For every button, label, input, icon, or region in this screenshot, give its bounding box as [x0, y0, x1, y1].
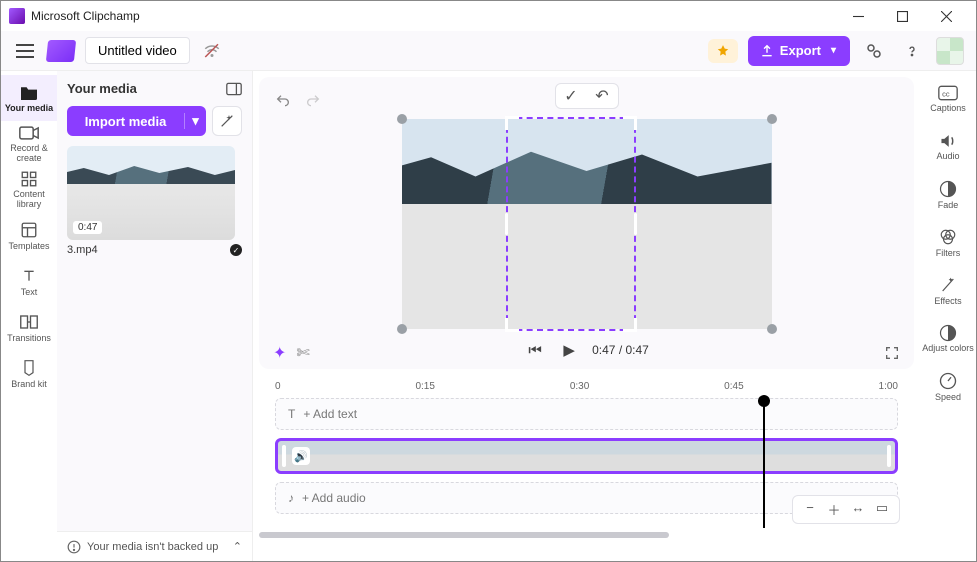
export-button[interactable]: Export ▾ — [748, 36, 850, 66]
templates-icon — [19, 221, 39, 239]
transport-controls: ⏮ ▶ 0:47 / 0:47 — [275, 337, 898, 363]
fit-screen-button[interactable]: ▭ — [873, 500, 891, 519]
account-avatar[interactable] — [936, 37, 964, 65]
app-icon — [9, 8, 25, 24]
scissors-icon[interactable]: ✄ — [296, 343, 309, 363]
project-title-input[interactable]: Untitled video — [85, 37, 190, 64]
import-media-button[interactable]: Import media ▾ — [67, 106, 206, 136]
media-panel: Your media Import media ▾ 0:47 3.mp4 ✓ Y… — [57, 71, 253, 561]
skip-start-button[interactable]: ⏮ — [524, 342, 546, 359]
premium-badge[interactable] — [708, 39, 738, 63]
help-icon[interactable] — [898, 37, 926, 65]
import-split-chevron[interactable]: ▾ — [184, 113, 206, 129]
settings-icon[interactable] — [860, 37, 888, 65]
media-filename: 3.mp4 — [67, 244, 98, 256]
video-canvas[interactable] — [402, 119, 772, 329]
undo-button[interactable] — [275, 93, 291, 109]
magic-wand-button[interactable] — [212, 106, 242, 136]
play-button[interactable]: ▶ — [558, 341, 580, 359]
chevron-up-icon[interactable]: ⌃ — [233, 540, 242, 553]
backup-warning-bar[interactable]: Your media isn't backed up ⌃ — [57, 531, 252, 561]
clip-trim-left[interactable] — [282, 445, 286, 467]
close-button[interactable] — [924, 1, 968, 31]
menu-button[interactable] — [13, 39, 37, 63]
timeline-scrollbar[interactable] — [259, 530, 914, 540]
prop-adjust-colors[interactable]: Adjust colors — [920, 317, 976, 361]
upload-icon — [760, 44, 774, 58]
timeline: 0 0:15 0:30 0:45 1:00 T + Add text 🔊 ♪ +… — [259, 373, 914, 530]
nav-transitions[interactable]: Transitions — [1, 305, 57, 351]
sparkle-icon[interactable]: ✦ — [273, 343, 286, 363]
prop-audio[interactable]: Audio — [920, 125, 976, 169]
camera-icon — [19, 124, 39, 142]
resize-handle[interactable] — [767, 114, 777, 124]
nav-brand-kit[interactable]: Brand kit — [1, 351, 57, 397]
titlebar: Microsoft Clipchamp — [1, 1, 976, 31]
speaker-icon — [939, 133, 957, 149]
library-icon — [19, 170, 39, 188]
nav-your-media[interactable]: Your media — [1, 75, 57, 121]
filters-icon — [939, 228, 957, 246]
prop-filters[interactable]: Filters — [920, 221, 976, 265]
prop-fade[interactable]: Fade — [920, 173, 976, 217]
nav-text[interactable]: Text — [1, 259, 57, 305]
toggle-view-icon[interactable] — [226, 82, 242, 96]
prop-speed[interactable]: Speed — [920, 365, 976, 409]
music-icon: ♪ — [288, 491, 294, 505]
speed-icon — [939, 372, 957, 390]
folder-icon — [19, 83, 39, 101]
fit-width-button[interactable]: ↔ — [849, 500, 867, 519]
crop-confirm-pill: ✓ ↶ — [555, 83, 619, 109]
zoom-in-button[interactable]: ＋ — [825, 500, 843, 519]
timeline-ruler[interactable]: 0 0:15 0:30 0:45 1:00 — [275, 377, 898, 398]
redo-button[interactable] — [305, 93, 321, 109]
time-display: 0:47 / 0:47 — [592, 343, 649, 357]
text-icon — [19, 267, 39, 285]
chevron-down-icon: ▾ — [831, 45, 836, 56]
toolbar: Untitled video Export ▾ — [1, 31, 976, 71]
media-panel-title: Your media — [67, 81, 137, 96]
effects-icon — [940, 276, 956, 294]
prop-captions[interactable]: cc Captions — [920, 77, 976, 121]
transitions-icon — [19, 313, 39, 331]
text-track[interactable]: T + Add text — [275, 398, 898, 430]
contrast-icon — [939, 324, 957, 342]
resize-handle[interactable] — [767, 324, 777, 334]
minimize-button[interactable] — [836, 1, 880, 31]
timeline-zoom-tools: − ＋ ↔ ▭ — [792, 495, 900, 524]
prop-effects[interactable]: Effects — [920, 269, 976, 313]
fullscreen-button[interactable] — [884, 345, 900, 361]
nav-templates[interactable]: Templates — [1, 213, 57, 259]
offline-icon[interactable] — [200, 39, 224, 63]
clip-audio-icon[interactable]: 🔊 — [292, 447, 310, 465]
zoom-out-button[interactable]: − — [801, 500, 819, 519]
info-icon — [67, 540, 81, 554]
media-status-icon: ✓ — [230, 244, 242, 256]
export-label: Export — [780, 43, 821, 58]
fade-icon — [939, 180, 957, 198]
text-icon: T — [288, 407, 295, 421]
video-clip[interactable]: 🔊 — [275, 438, 898, 474]
resize-handle[interactable] — [397, 324, 407, 334]
thumbnail-duration: 0:47 — [73, 221, 102, 234]
app-title: Microsoft Clipchamp — [31, 9, 836, 23]
media-thumbnail[interactable]: 0:47 — [67, 146, 235, 240]
right-property-rail: cc Captions Audio Fade Filters Effects A… — [920, 71, 976, 561]
clipchamp-logo — [46, 40, 76, 62]
crop-selection[interactable] — [506, 117, 636, 331]
svg-text:cc: cc — [942, 89, 950, 98]
preview-stage: ✓ ↶ ⏮ ▶ 0:47 / 0:47 ✦ — [259, 77, 914, 369]
resize-handle[interactable] — [397, 114, 407, 124]
playhead[interactable] — [763, 403, 765, 528]
brand-icon — [19, 359, 39, 377]
nav-content-library[interactable]: Content library — [1, 167, 57, 213]
left-nav-rail: Your media Record & create Content libra… — [1, 71, 57, 561]
crop-revert-button[interactable]: ↶ — [595, 86, 608, 106]
captions-icon: cc — [938, 85, 958, 101]
nav-record-create[interactable]: Record & create — [1, 121, 57, 167]
crop-accept-button[interactable]: ✓ — [564, 86, 577, 106]
maximize-button[interactable] — [880, 1, 924, 31]
clip-trim-right[interactable] — [887, 445, 891, 467]
